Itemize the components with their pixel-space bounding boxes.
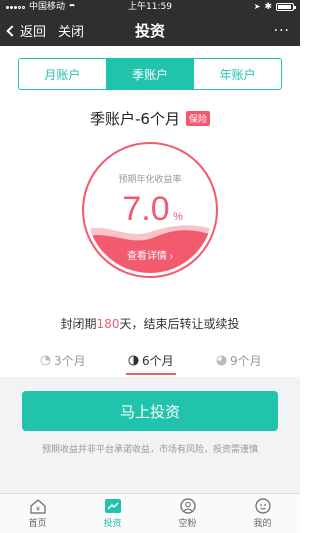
pie-quarter-icon [40,355,51,366]
tabbar-invest[interactable]: 投资 [75,494,150,533]
tab-9-months-label: 9个月 [230,354,262,368]
pie-half-icon [128,355,139,366]
yield-circle-graphic: 预期年化收益率 7.0 % 查看详情 › [82,142,218,278]
status-right: ➤ ✱ [253,0,296,14]
status-bar: 中国移动 上午11:59 ➤ ✱ [0,0,300,14]
tab-6-months[interactable]: 6个月 [128,352,174,369]
page-title: 投资 [134,22,165,40]
segment-yearly[interactable]: 年账户 [194,59,281,89]
yield-label: 预期年化收益率 [118,173,181,184]
profile-icon [254,498,271,514]
tab-9-months[interactable]: 9个月 [216,352,262,369]
segment-monthly[interactable]: 月账户 [19,59,107,89]
location-icon: ➤ [253,2,261,11]
yield-value: 7.0 [122,190,169,228]
risk-disclaimer: 预期收益并非平台承诺收益，市场有风险，投资需谨慎 [41,445,258,455]
top-bar: 中国移动 上午11:59 ➤ ✱ 返回 关闭 投资 ··· [0,0,300,46]
user-icon [179,498,196,514]
period-suffix: 天，结束后转让或续投 [119,317,240,331]
bottom-tab-bar: ¥ 首页 投资 空粉 我的 [0,493,300,533]
account-segment: 月账户 季账户 年账户 [18,58,282,90]
period-days: 180 [96,317,120,331]
period-prefix: 封闭期 [60,317,97,331]
insurance-badge: 保险 [185,111,210,126]
tab-3-months-label: 3个月 [54,354,86,368]
tabbar-fans[interactable]: 空粉 [150,494,225,533]
bluetooth-icon: ✱ [264,2,272,12]
product-name: 季账户-6个月 [90,110,180,128]
lockup-period: 封闭期180天，结束后转让或续投 [0,315,300,332]
term-tabs: 3个月 6个月 9个月 [0,352,300,374]
tabbar-fans-label: 空粉 [178,519,197,529]
chart-icon [104,499,121,513]
more-button[interactable]: ··· [274,23,290,39]
yield-unit: % [173,211,183,223]
tabbar-home[interactable]: ¥ 首页 [0,494,75,533]
tab-6-months-label: 6个月 [142,354,174,368]
pie-three-quarter-icon [216,355,227,366]
nav-bar: 返回 关闭 投资 ··· [0,14,300,46]
invest-now-button[interactable]: 马上投资 [22,391,278,431]
svg-text:¥: ¥ [36,507,40,513]
home-icon: ¥ [29,499,46,514]
tabbar-invest-label: 投资 [103,519,122,529]
tabbar-mine[interactable]: 我的 [225,494,300,533]
segment-quarterly[interactable]: 季账户 [106,59,195,89]
product-header: 季账户-6个月 保险 [0,108,300,129]
tabbar-home-label: 首页 [28,519,47,529]
battery-icon [276,3,296,11]
yield-circle: 预期年化收益率 7.0 % 查看详情 › [80,140,220,280]
tab-3-months[interactable]: 3个月 [40,352,86,369]
tabbar-mine-label: 我的 [253,519,272,529]
active-tab-indicator [126,373,176,375]
view-detail-link[interactable]: 查看详情 › [127,249,173,262]
